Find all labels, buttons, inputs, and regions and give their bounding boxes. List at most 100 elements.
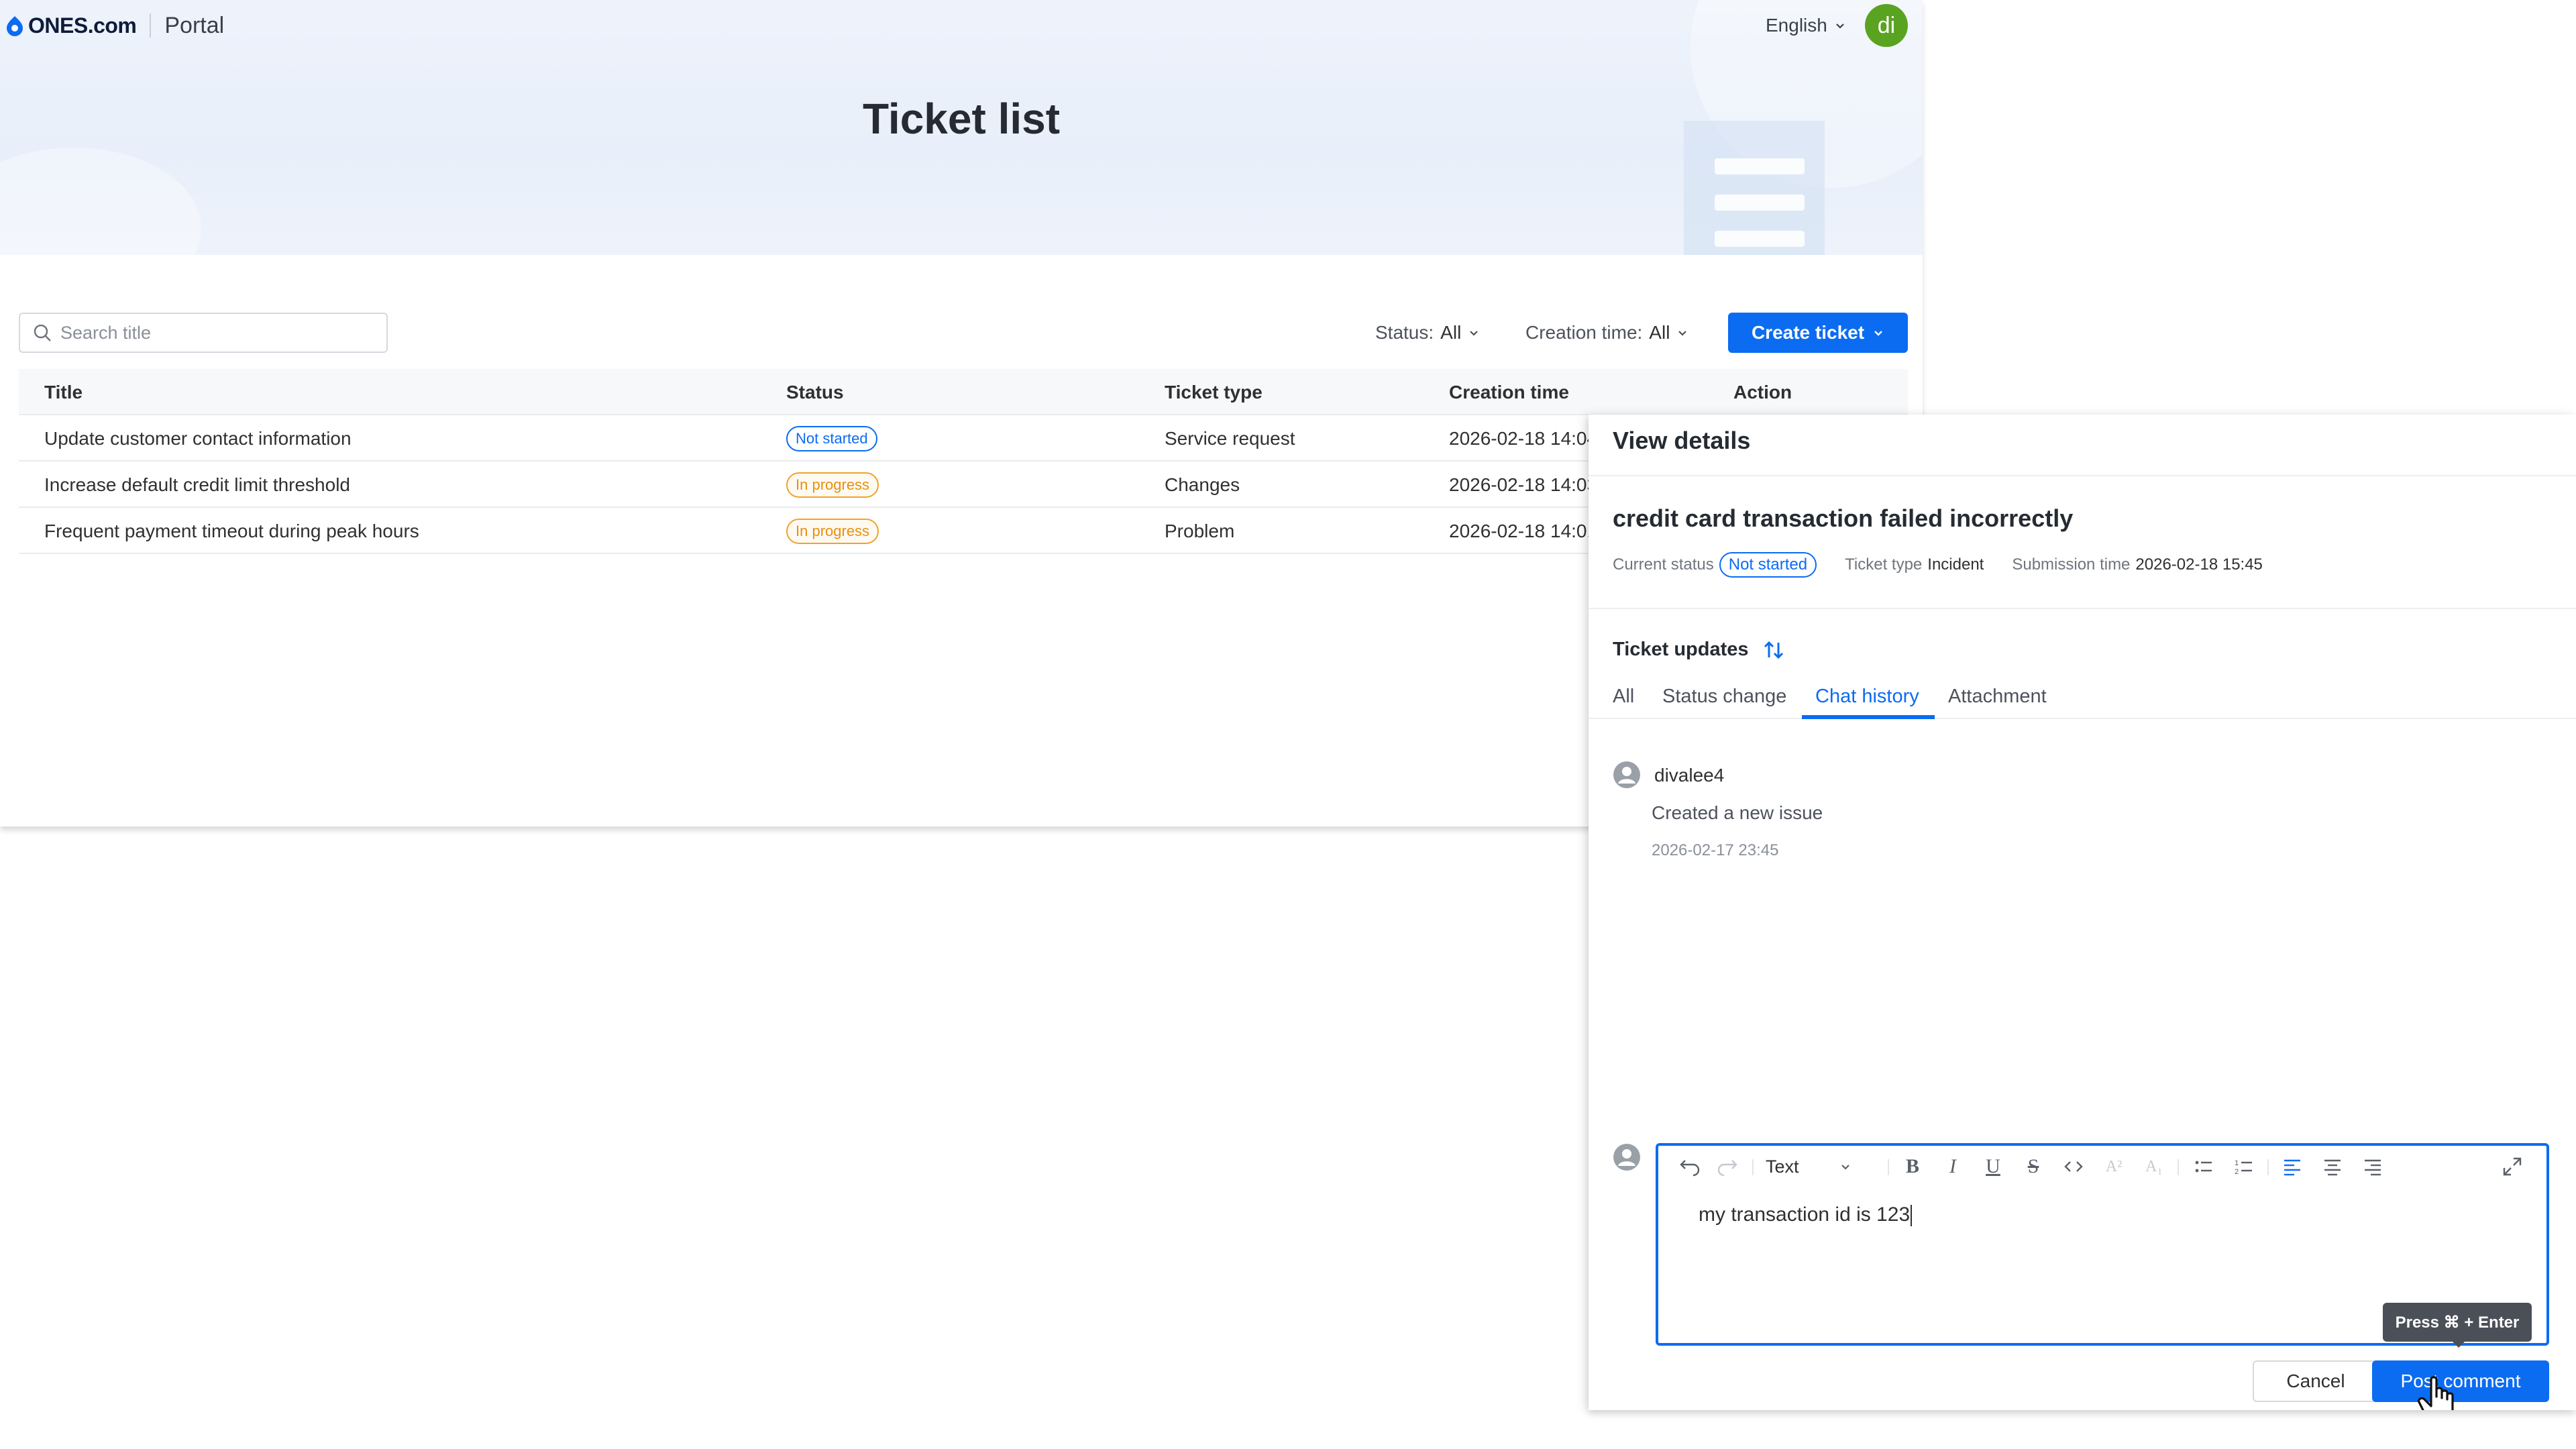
user-avatar-icon — [1613, 1144, 1640, 1171]
undo-icon[interactable] — [1677, 1155, 1700, 1178]
underline-icon[interactable]: U — [1982, 1155, 2004, 1178]
brand[interactable]: ONES.com Portal — [4, 12, 224, 39]
toolbar-divider — [2178, 1159, 2179, 1175]
chevron-down-icon — [1470, 331, 1479, 336]
ticket-type: Problem — [1165, 520, 1235, 541]
ticket-updates-label: Ticket updates — [1613, 639, 1749, 660]
tab-chat-history[interactable]: Chat history — [1815, 679, 1919, 719]
status-badge: Not started — [786, 425, 877, 451]
ones-logo-icon — [7, 16, 23, 36]
column-header-title: Title — [44, 381, 83, 402]
creation-time-filter-value: All — [1649, 322, 1670, 343]
fullscreen-icon[interactable] — [2501, 1155, 2524, 1178]
sort-icon[interactable] — [1762, 640, 1785, 660]
header-decoration — [1715, 231, 1805, 247]
brand-divider — [150, 13, 152, 38]
comment-text-content[interactable]: my transaction id is 123 — [1699, 1203, 1913, 1227]
redo-icon[interactable] — [1717, 1155, 1740, 1178]
shortcut-tooltip: Press ⌘ + Enter — [2383, 1303, 2532, 1342]
toolbar-divider — [1752, 1159, 1754, 1175]
ticket-creation-time: 2026-02-18 14:04 — [1449, 427, 1598, 449]
tab-all[interactable]: All — [1613, 679, 1634, 719]
toolbar-divider — [1888, 1159, 1889, 1175]
ticket-title[interactable]: Frequent payment timeout during peak hou… — [44, 508, 769, 554]
language-label: English — [1766, 15, 1827, 36]
status-badge: Not started — [1719, 552, 1817, 578]
ticket-title[interactable]: Increase default credit limit threshold — [44, 462, 769, 508]
chevron-down-icon — [1874, 331, 1882, 336]
header-decoration — [1715, 158, 1805, 174]
strikethrough-icon[interactable]: S — [2022, 1155, 2045, 1178]
page-title: Ticket list — [862, 95, 1061, 143]
current-status-label: Current status — [1613, 555, 1714, 574]
tab-attachment[interactable]: Attachment — [1948, 679, 2047, 719]
status-filter-label: Status — [1375, 322, 1429, 343]
search-input[interactable] — [60, 322, 382, 343]
language-switcher[interactable]: English — [1766, 12, 1846, 39]
updates-tabs: All Status change Chat history Attachmen… — [1589, 679, 2576, 719]
tooltip-arrow — [2451, 1340, 2466, 1348]
ticket-type: Changes — [1165, 474, 1240, 495]
portal-header: ONES.com Portal English di Ticket list — [0, 0, 1923, 255]
toolbar-divider — [2267, 1159, 2269, 1175]
column-header-creation-time: Creation time — [1449, 381, 1569, 402]
filter-colon: : — [1428, 322, 1434, 343]
italic-icon[interactable]: I — [1941, 1155, 1964, 1178]
superscript-icon[interactable]: A² — [2102, 1155, 2125, 1178]
bullet-list-icon[interactable] — [2192, 1155, 2215, 1178]
submission-time-label: Submission time — [2012, 555, 2131, 574]
text-caret — [1911, 1205, 1913, 1227]
status-badge: In progress — [786, 472, 879, 498]
subscript-icon[interactable]: A₁ — [2143, 1155, 2165, 1178]
header-decoration — [1715, 195, 1805, 211]
table-header-row: Title Status Ticket type Creation time A… — [19, 369, 1908, 415]
column-header-action: Action — [1733, 381, 1792, 402]
user-avatar[interactable]: di — [1865, 4, 1908, 47]
align-left-icon[interactable] — [2281, 1155, 2304, 1178]
align-right-icon[interactable] — [2361, 1155, 2384, 1178]
ticket-meta: Current status Not started Ticket type I… — [1613, 550, 2263, 580]
svg-text:2: 2 — [2235, 1168, 2239, 1176]
status-filter-value: All — [1440, 322, 1462, 343]
tab-status-change[interactable]: Status change — [1662, 679, 1786, 719]
editor-toolbar: Text B I U S A² A₁ 12 — [1658, 1146, 2546, 1186]
ticket-status-cell: In progress — [786, 508, 1122, 554]
ticket-creation-time: 2026-02-18 14:01 — [1449, 520, 1598, 541]
ticket-type-value: Incident — [1927, 555, 1984, 574]
text-style-value: Text — [1766, 1156, 1799, 1177]
ticket-updates-heading: Ticket updates — [1613, 639, 1785, 661]
post-comment-button[interactable]: Post comment — [2372, 1360, 2549, 1402]
code-icon[interactable] — [2062, 1155, 2085, 1178]
search-box[interactable] — [19, 313, 388, 353]
view-details-drawer: View details credit card transaction fai… — [1589, 415, 2576, 1410]
history-timestamp: 2026-02-17 23:45 — [1652, 841, 1779, 859]
creation-time-filter[interactable]: Creation time: All — [1525, 317, 1688, 349]
status-filter[interactable]: Status: All — [1375, 317, 1480, 349]
ticket-status-cell: Not started — [786, 415, 1122, 462]
user-avatar-icon — [1613, 761, 1640, 788]
chevron-down-icon — [1678, 331, 1687, 336]
divider — [1589, 475, 2576, 476]
divider — [1589, 608, 2576, 609]
ticket-type-label: Ticket type — [1845, 555, 1923, 574]
header-decoration — [0, 148, 201, 255]
align-center-icon[interactable] — [2321, 1155, 2344, 1178]
cancel-button[interactable]: Cancel — [2253, 1360, 2379, 1402]
submission-time-value: 2026-02-18 15:45 — [2135, 555, 2263, 574]
create-ticket-button[interactable]: Create ticket — [1728, 313, 1908, 353]
bold-icon[interactable]: B — [1901, 1155, 1924, 1178]
history-message: Created a new issue — [1652, 802, 1823, 823]
column-header-status: Status — [786, 381, 844, 402]
filter-colon: : — [1637, 322, 1643, 343]
ticket-title[interactable]: Update customer contact information — [44, 415, 769, 462]
comment-text: my transaction id is 123 — [1699, 1203, 1911, 1226]
history-username: divalee4 — [1654, 765, 1725, 786]
numbered-list-icon[interactable]: 12 — [2233, 1155, 2255, 1178]
portal-label: Portal — [164, 12, 225, 38]
create-ticket-label: Create ticket — [1751, 322, 1865, 343]
chevron-down-icon — [1841, 1165, 1849, 1170]
drawer-title: View details — [1613, 427, 1751, 454]
ticket-creation-time: 2026-02-18 14:03 — [1449, 474, 1598, 495]
text-style-select[interactable]: Text — [1766, 1155, 1851, 1178]
search-icon — [34, 324, 51, 341]
